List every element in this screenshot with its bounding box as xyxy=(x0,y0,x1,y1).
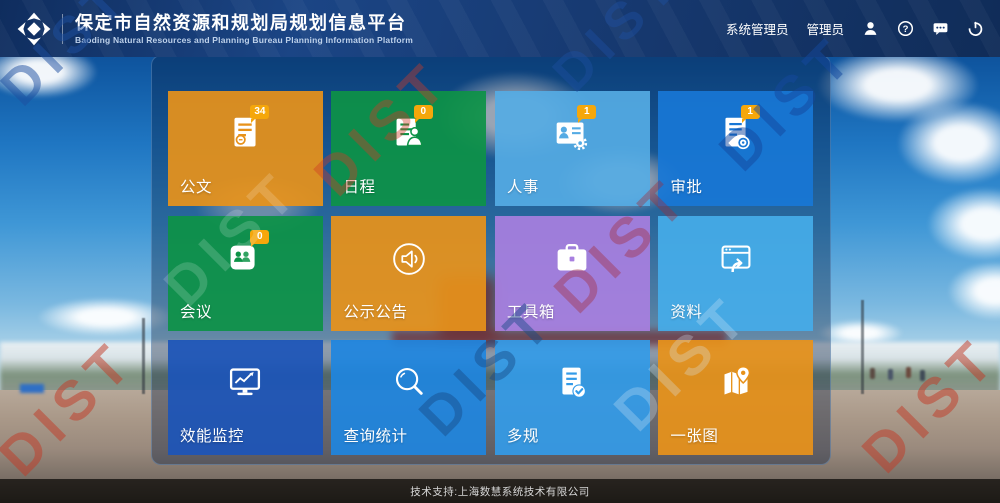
search-icon xyxy=(386,360,432,406)
map-pin-icon xyxy=(713,360,759,406)
tile-grid: 34 公文 0 日程 1 人事 1 审批 0 会议 xyxy=(168,91,813,455)
app-window: 34 公文 0 日程 1 人事 1 审批 0 会议 xyxy=(0,0,1000,503)
header-divider xyxy=(62,14,63,44)
help-icon[interactable]: ? xyxy=(897,20,914,37)
tile-ziliao[interactable]: 资料 xyxy=(658,216,813,331)
footer-bar: 技术支持:上海数慧系统技术有限公司 xyxy=(0,479,1000,503)
badge: 0 xyxy=(250,230,269,244)
tile-richeng[interactable]: 0 日程 xyxy=(331,91,486,206)
tile-label: 查询统计 xyxy=(343,424,407,446)
tile-label: 多规 xyxy=(507,424,539,446)
announcement-icon xyxy=(386,236,432,282)
tile-label: 会议 xyxy=(180,300,212,322)
tile-yizhangtu[interactable]: 一张图 xyxy=(658,340,813,455)
power-icon[interactable] xyxy=(967,20,984,37)
tile-label: 公文 xyxy=(180,175,212,197)
document-check-icon xyxy=(549,360,595,406)
tile-gongwen[interactable]: 34 公文 xyxy=(168,91,323,206)
tile-shenpi[interactable]: 1 审批 xyxy=(658,91,813,206)
tile-gongshigonggao[interactable]: 公示公告 xyxy=(331,216,486,331)
monitor-chart-icon xyxy=(222,360,268,406)
tile-label: 人事 xyxy=(507,175,539,197)
badge: 0 xyxy=(414,105,433,119)
tile-gongjuxiang[interactable]: 工具箱 xyxy=(495,216,650,331)
compass-logo-icon xyxy=(16,11,52,47)
lamp-pole xyxy=(142,318,145,394)
user-name[interactable]: 管理员 xyxy=(806,19,844,38)
svg-text:?: ? xyxy=(903,24,909,35)
badge: 1 xyxy=(741,105,760,119)
browser-share-icon xyxy=(713,236,759,282)
tile-label: 日程 xyxy=(343,175,375,197)
user-role[interactable]: 系统管理员 xyxy=(726,19,789,38)
pedestrians xyxy=(870,368,875,379)
user-icon[interactable] xyxy=(862,20,879,37)
tile-label: 资料 xyxy=(670,300,702,322)
tile-renshi[interactable]: 1 人事 xyxy=(495,91,650,206)
page-title: 保定市自然资源和规划局规划信息平台 xyxy=(75,13,413,33)
header-actions: 系统管理员 管理员 ? xyxy=(726,19,984,38)
tile-label: 一张图 xyxy=(670,424,718,446)
blue-sign xyxy=(20,384,44,393)
tile-label: 公示公告 xyxy=(343,300,407,322)
tile-label: 效能监控 xyxy=(180,424,244,446)
badge: 1 xyxy=(577,105,596,119)
badge: 34 xyxy=(250,105,269,119)
tile-xiaonengjiankong[interactable]: 效能监控 xyxy=(168,340,323,455)
tile-huiyi[interactable]: 0 会议 xyxy=(168,216,323,331)
message-icon[interactable] xyxy=(932,20,949,37)
toolbox-icon xyxy=(549,236,595,282)
app-header: 保定市自然资源和规划局规划信息平台 Baoding Natural Resour… xyxy=(0,0,1000,57)
tile-label: 工具箱 xyxy=(507,300,555,322)
page-subtitle: Baoding Natural Resources and Planning B… xyxy=(75,35,413,45)
title-block: 保定市自然资源和规划局规划信息平台 Baoding Natural Resour… xyxy=(75,13,413,45)
tile-label: 审批 xyxy=(670,175,702,197)
footer-support-text: 技术支持:上海数慧系统技术有限公司 xyxy=(410,484,589,499)
tile-duogui[interactable]: 多规 xyxy=(495,340,650,455)
lamp-pole xyxy=(861,300,864,394)
tile-chaxuntongji[interactable]: 查询统计 xyxy=(331,340,486,455)
